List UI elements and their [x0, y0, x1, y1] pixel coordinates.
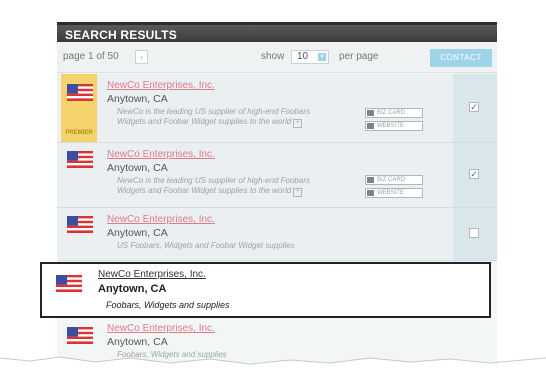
result-row: NewCo Enterprises, Inc. Anytown, CA NewC…	[57, 143, 497, 208]
company-city: Anytown, CA	[98, 283, 167, 295]
company-description: NewCo is the leading US supplier of high…	[117, 107, 310, 128]
highlighted-result-row: NewCo Enterprises, Inc. Anytown, CA Foob…	[40, 262, 491, 318]
link-icon	[367, 123, 374, 129]
company-name-link[interactable]: NewCo Enterprises, Inc.	[107, 149, 215, 160]
us-flag-icon	[67, 327, 93, 344]
more-icon[interactable]: +	[293, 119, 303, 128]
result-row: PREMIER NewCo Enterprises, Inc. Anytown,…	[57, 74, 497, 143]
description-line: Widgets and Foobar Widget supplies to th…	[117, 117, 292, 126]
description-line: NewCo is the leading US supplier of high…	[117, 176, 310, 185]
biz-card-button[interactable]: BIZ CARD	[365, 175, 423, 185]
result-row: NewCo Enterprises, Inc. Anytown, CA US F…	[57, 208, 497, 261]
company-city: Anytown, CA	[107, 162, 168, 174]
contact-checkbox-cell: ✓	[453, 74, 497, 142]
per-page-value: 10	[297, 51, 309, 62]
contact-checkbox-cell	[453, 208, 497, 260]
us-flag-icon	[56, 275, 82, 292]
biz-card-label: BIZ CARD	[377, 177, 406, 183]
company-city: Anytown, CA	[107, 227, 168, 239]
per-page-label: per page	[339, 51, 379, 62]
checkbox-icon[interactable]: ✓	[469, 169, 479, 179]
company-name-link[interactable]: NewCo Enterprises, Inc.	[107, 214, 215, 225]
company-description: NewCo is the leading US supplier of high…	[117, 176, 310, 197]
description-line: NewCo is the leading US supplier of high…	[117, 107, 310, 116]
company-description: Foobars, Widgets and supplies	[106, 300, 230, 310]
company-name-link[interactable]: NewCo Enterprises, Inc.	[107, 323, 215, 334]
checkbox-icon[interactable]: ✓	[469, 102, 479, 112]
panel-header: SEARCH RESULTS	[57, 22, 497, 42]
results-toolbar: page 1 of 50 › show 10 ▾ per page CONTAC…	[57, 42, 497, 73]
website-label: WEBSITE	[377, 190, 405, 196]
chevron-down-icon: ▾	[318, 53, 326, 61]
more-icon[interactable]: +	[293, 188, 303, 197]
company-city: Anytown, CA	[107, 336, 168, 348]
panel-title: SEARCH RESULTS	[65, 28, 177, 42]
link-icon	[367, 190, 374, 196]
next-page-button[interactable]: ›	[135, 50, 148, 64]
card-icon	[367, 110, 374, 116]
contact-button[interactable]: CONTACT	[430, 49, 492, 67]
company-city: Anytown, CA	[107, 93, 168, 105]
description-line: Widgets and Foobar Widget supplies to th…	[117, 186, 292, 195]
biz-card-button[interactable]: BIZ CARD	[365, 108, 423, 118]
website-button[interactable]: WEBSITE	[365, 188, 423, 198]
contact-checkbox-cell: ✓	[453, 143, 497, 207]
premier-label: PREMIER	[65, 130, 93, 136]
us-flag-icon	[67, 216, 93, 233]
checkbox-icon[interactable]	[469, 228, 479, 238]
paper-background: SEARCH RESULTS page 1 of 50 › show 10 ▾ …	[0, 0, 546, 373]
biz-card-label: BIZ CARD	[377, 110, 406, 116]
website-button[interactable]: WEBSITE	[365, 121, 423, 131]
us-flag-icon	[67, 151, 93, 168]
per-page-select[interactable]: 10 ▾	[291, 50, 329, 64]
company-name-link[interactable]: NewCo Enterprises, Inc.	[98, 269, 206, 280]
card-icon	[367, 177, 374, 183]
us-flag-icon	[67, 84, 93, 101]
page-indicator: page 1 of 50	[63, 51, 119, 62]
company-name-link[interactable]: NewCo Enterprises, Inc.	[107, 80, 215, 91]
website-label: WEBSITE	[377, 123, 405, 129]
torn-edge	[0, 356, 546, 373]
show-label: show	[261, 51, 285, 62]
company-description: US Foobars, Widgets and Foobar Widget su…	[117, 241, 295, 250]
